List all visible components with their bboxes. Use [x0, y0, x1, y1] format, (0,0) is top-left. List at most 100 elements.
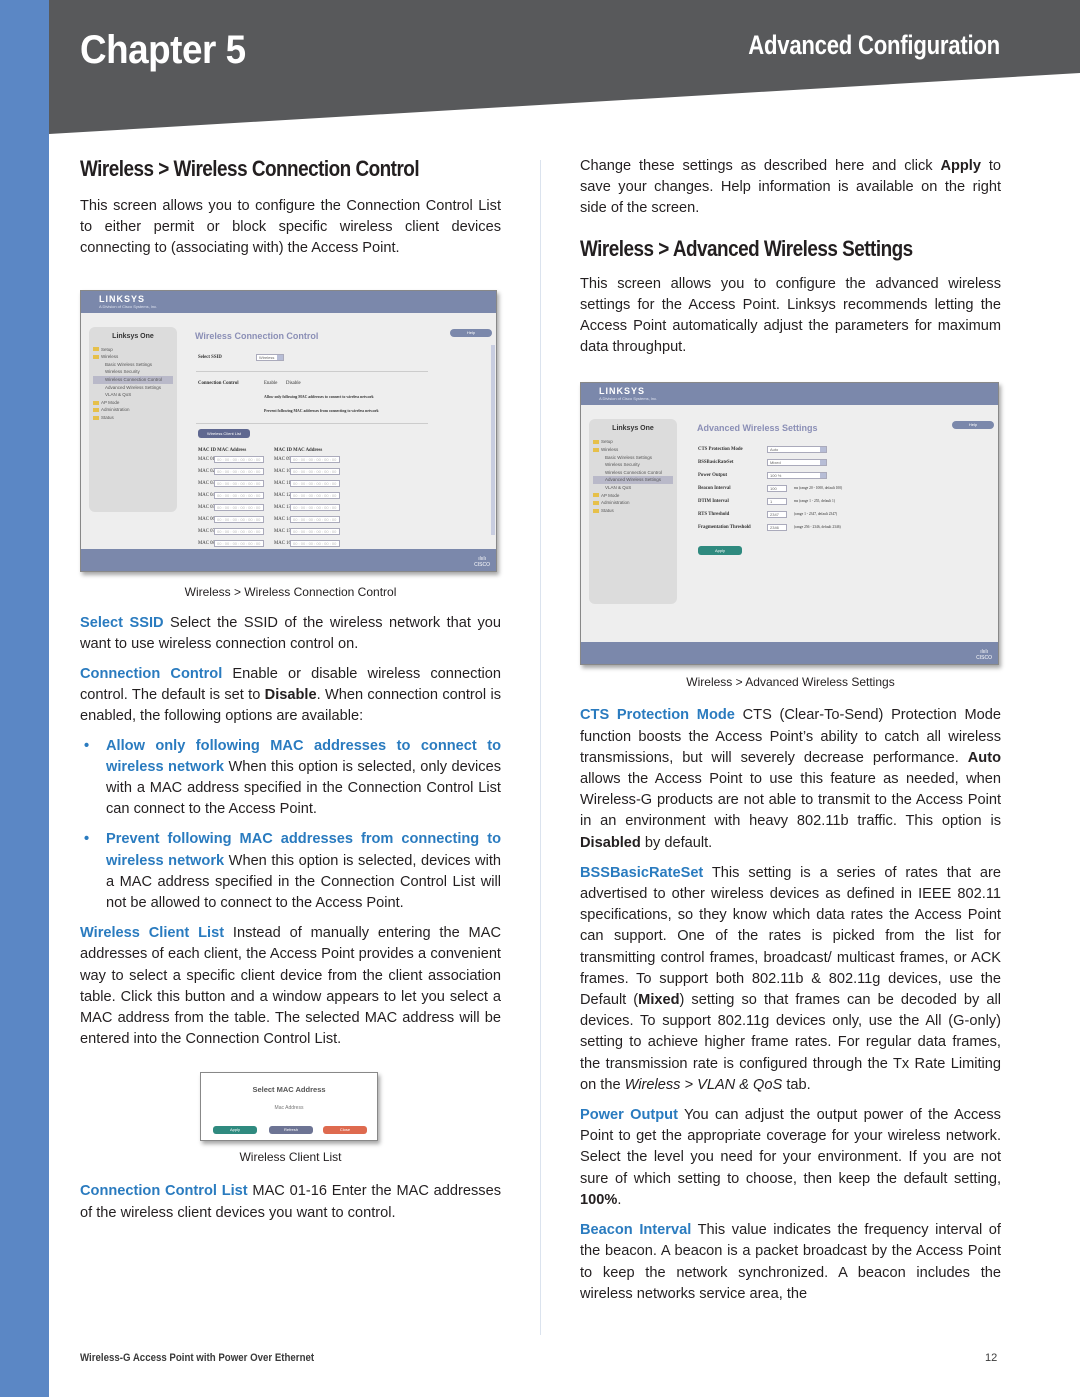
- term-wireless-client-list: Wireless Client List: [80, 925, 225, 942]
- paragraph-beacon-interval: Beacon Interval This value indicates the…: [580, 1222, 1001, 1302]
- nav-item: Wireless: [593, 446, 673, 454]
- wireless-client-list-button: Wireless Client List: [198, 428, 250, 438]
- setting-dropdown: Auto: [767, 446, 827, 454]
- select-mac-address-dialog: Select MAC Address Mac Address Apply Ref…: [200, 1072, 378, 1142]
- paragraph-wireless-client-list: Wireless Client List Instead of manually…: [80, 925, 501, 1048]
- mac-id-label: MAC 13: [274, 504, 291, 510]
- figure-caption: Wireless > Advanced Wireless Settings: [686, 675, 895, 690]
- mac-address-field: 00 : 00 : 00 : 00 : 00 : 00: [290, 515, 340, 523]
- setting-label: CTS Protection Mode: [698, 447, 743, 453]
- dialog-title: Select MAC Address: [252, 1085, 326, 1095]
- linksys-logo: LINKSYS A Division of Cisco Systems, Inc.: [99, 293, 158, 309]
- setting-input: 100: [767, 485, 787, 493]
- mac-id-label: MAC 10: [274, 468, 291, 474]
- connection-control-label: Connection Control: [198, 380, 239, 386]
- figure-advanced-wireless-settings: LINKSYS A Division of Cisco Systems, Inc.…: [580, 382, 1001, 689]
- nav-item: Setup: [93, 346, 173, 354]
- column-divider: [540, 160, 541, 1335]
- list-item: Prevent following MAC addresses from con…: [80, 829, 501, 914]
- setting-label: RTS Threshold: [698, 512, 730, 518]
- mac-id-label: MAC 01: [198, 456, 215, 462]
- mac-address-field: 00 : 00 : 00 : 00 : 00 : 00: [214, 491, 264, 499]
- mac-address-field: 00 : 00 : 00 : 00 : 00 : 00: [290, 479, 340, 487]
- nav-title: Linksys One: [112, 332, 154, 340]
- folder-icon: [93, 400, 99, 405]
- mac-address-field: 00 : 00 : 00 : 00 : 00 : 00: [290, 455, 340, 463]
- mac-id-label: MAC 08: [198, 540, 215, 546]
- nav-item: VLAN & QoS: [105, 392, 132, 398]
- screenshot-nav-panel: Linksys One Setup Wireless Basic Wireles…: [589, 419, 677, 605]
- mac-address-field: 00 : 00 : 00 : 00 : 00 : 00: [290, 539, 340, 547]
- apply-button: Apply: [213, 1126, 257, 1135]
- mac-address-field: 00 : 00 : 00 : 00 : 00 : 00: [214, 455, 264, 463]
- term-cts-protection-mode: CTS Protection Mode: [580, 707, 735, 724]
- figure-wireless-connection-control: LINKSYS A Division of Cisco Systems, Inc.…: [80, 289, 501, 599]
- cisco-logo: ılıılı CISCO: [976, 649, 992, 662]
- folder-icon: [593, 493, 599, 498]
- term-bssbasicrateset: BSSBasicRateSet: [580, 864, 704, 881]
- help-button: Help: [450, 328, 492, 337]
- setting-input: 2347: [767, 511, 787, 519]
- mac-address-field: 00 : 00 : 00 : 00 : 00 : 00: [214, 503, 264, 511]
- screenshot-wireless-connection-control: LINKSYS A Division of Cisco Systems, Inc.…: [80, 289, 497, 572]
- left-column: Wireless > Wireless Connection Control T…: [80, 150, 501, 1224]
- setting-label: Beacon Interval: [698, 486, 731, 492]
- nav-item: Wireless Connection Control: [605, 469, 663, 475]
- figure-caption: Wireless Client List: [239, 1150, 342, 1165]
- term-connection-control-list: Connection Control List: [80, 1183, 248, 1200]
- cisco-logo: ılıılı CISCO: [474, 555, 490, 568]
- mac-address-field: 00 : 00 : 00 : 00 : 00 : 00: [214, 527, 264, 535]
- setting-label: DTIM Interval: [698, 499, 729, 505]
- mac-id-label: MAC 07: [198, 528, 215, 534]
- nav-item: Advanced Wireless Settings: [105, 384, 162, 390]
- intro-paragraph: This screen allows you to configure the …: [80, 198, 501, 257]
- nav-item: Status: [93, 414, 173, 422]
- paragraph-power-output: Power Output You can adjust the output p…: [580, 1107, 1001, 1208]
- nav-item: Wireless Security: [605, 462, 640, 468]
- nav-item: Administration: [93, 406, 173, 414]
- mac-id-label: MAC 04: [198, 492, 215, 498]
- screenshot-bottombar: ılıılı CISCO: [581, 642, 998, 665]
- folder-icon: [593, 440, 599, 445]
- linksys-logo: LINKSYS A Division of Cisco Systems, Inc.: [599, 386, 658, 402]
- enable-radio: Enable: [264, 380, 278, 386]
- mac-address-field: 00 : 00 : 00 : 00 : 00 : 00: [214, 479, 264, 487]
- mac-id-label: MAC 09: [274, 456, 291, 462]
- footer-product-name: Wireless-G Access Point with Power Over …: [80, 1352, 315, 1364]
- nav-item: Status: [593, 507, 673, 515]
- nav-item: Wireless: [93, 353, 173, 361]
- nav-item-selected: Advanced Wireless Settings: [593, 476, 673, 484]
- disable-radio: Disable: [286, 380, 301, 386]
- term-select-ssid: Select SSID: [80, 614, 164, 631]
- mac-address-field: 00 : 00 : 00 : 00 : 00 : 00: [214, 515, 264, 523]
- refresh-button: Refresh: [269, 1126, 313, 1135]
- mac-id-label: MAC 05: [198, 504, 215, 510]
- screenshot-nav-panel: Linksys One Setup Wireless Basic Wireles…: [89, 326, 177, 512]
- mac-address-field: 00 : 00 : 00 : 00 : 00 : 00: [290, 491, 340, 499]
- screenshot-page-title: Wireless Connection Control: [195, 330, 319, 341]
- screenshot-advanced-wireless-settings: LINKSYS A Division of Cisco Systems, Inc.…: [580, 382, 999, 666]
- option-prevent: Prevent following MAC addresses from con…: [264, 408, 379, 413]
- advanced-description: This screen allows you to configure the …: [580, 275, 1001, 356]
- close-button: Close: [323, 1126, 367, 1135]
- paragraph-cts-protection: CTS Protection Mode CTS (Clear-To-Send) …: [580, 707, 1002, 851]
- section-title: Advanced Configuration: [748, 30, 1000, 60]
- nav-item: Setup: [593, 438, 673, 446]
- mac-id-label: MAC 11: [274, 480, 291, 486]
- folder-icon: [593, 447, 599, 452]
- paragraph-bss-basic-rate-set: BSSBasicRateSet This setting is a series…: [580, 864, 1001, 1093]
- dialog-mac-label: Mac Address: [274, 1105, 304, 1112]
- screenshot-bottombar: ılıılı CISCO: [81, 548, 496, 571]
- term-power-output: Power Output: [580, 1107, 678, 1124]
- list-item: Allow only following MAC addresses to co…: [80, 736, 501, 821]
- mac-column-header: MAC ID MAC Address: [198, 447, 247, 453]
- divider: [196, 422, 428, 424]
- setting-input: 1: [767, 498, 787, 506]
- connection-options-list: Allow only following MAC addresses to co…: [80, 736, 501, 915]
- mac-id-label: MAC 16: [274, 540, 291, 546]
- folder-icon: [593, 500, 599, 505]
- screenshot-topbar: LINKSYS A Division of Cisco Systems, Inc.: [81, 290, 496, 313]
- divider: [196, 370, 428, 372]
- scrollbar: [491, 344, 495, 535]
- mac-address-field: 00 : 00 : 00 : 00 : 00 : 00: [290, 527, 340, 535]
